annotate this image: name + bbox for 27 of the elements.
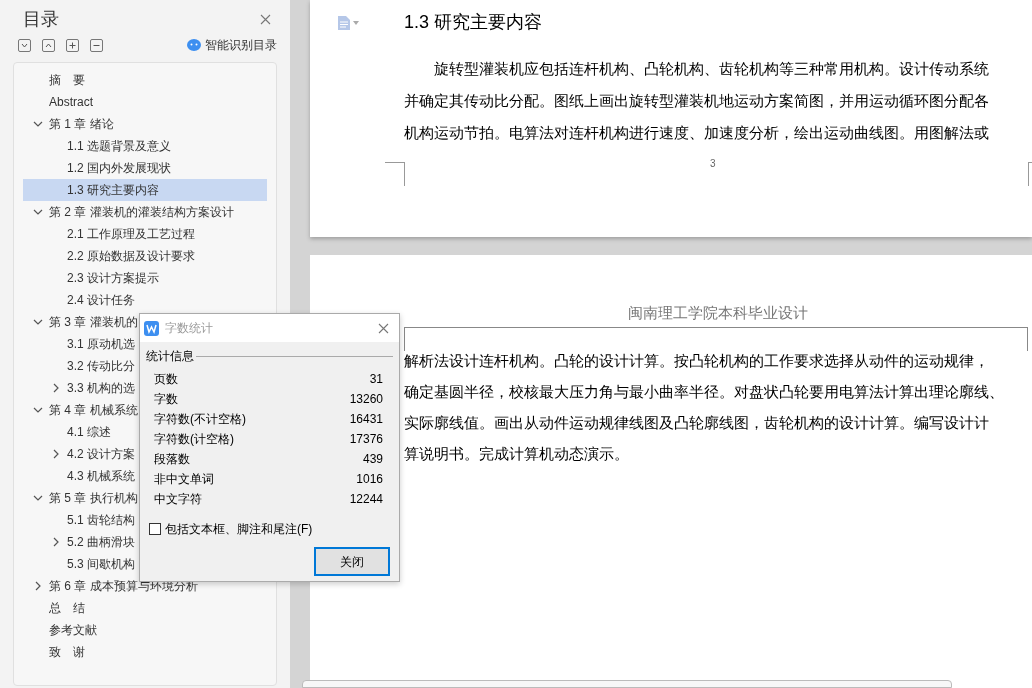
paragraph-line: 并确定其传动比分配。图纸上画出旋转型灌装机地运动方案简图，并用运动循环图分配各 [404,91,989,111]
stat-label: 中文字符 [154,491,202,508]
paragraph-line: 实际廓线值。画出从动件运动规律线图及凸轮廓线图，齿轮机构的设计计算。编写设计计 [404,413,989,433]
paragraph-line: 解析法设计连杆机构。凸轮的设计计算。按凸轮机构的工作要求选择从动件的运动规律， [404,351,989,371]
dialog-title: 字数统计 [165,320,213,337]
group-label: 统计信息 [146,348,194,365]
stat-value: 17376 [349,431,383,448]
sidebar-title: 目录 [22,7,59,31]
stat-value: 31 [369,371,383,388]
stat-label: 字符数(计空格) [154,431,234,448]
paragraph-line: 旋转型灌装机应包括连杆机构、凸轮机构、齿轮机构等三种常用机构。设计传动系统 [433,59,989,79]
stat-label: 段落数 [154,451,190,468]
stat-value: 1016 [356,471,383,488]
page-header: 闽南理工学院本科毕业设计 [628,302,808,323]
stat-label: 字数 [154,391,178,408]
paragraph-line: 机构运动节拍。电算法对连杆机构进行速度、加速度分析，绘出运动曲线图。用图解法或 [404,123,989,143]
page-number: 3 [710,157,716,171]
stat-value: 16431 [349,411,383,428]
stat-value: 13260 [349,391,383,408]
paragraph-line: 确定基圆半径，校核最大压力角与最小曲率半径。对盘状凸轮要用电算法计算出理论廓线、 [404,382,1004,402]
stat-value: 12244 [349,491,383,508]
stat-value: 439 [362,451,383,468]
section-heading: 1.3 研究主要内容 [404,11,544,34]
paragraph-line: 算说明书。完成计算机动态演示。 [404,444,629,464]
stat-label: 非中文单词 [154,471,214,488]
stat-label: 字符数(不计空格) [154,411,246,428]
stat-label: 页数 [154,371,178,388]
